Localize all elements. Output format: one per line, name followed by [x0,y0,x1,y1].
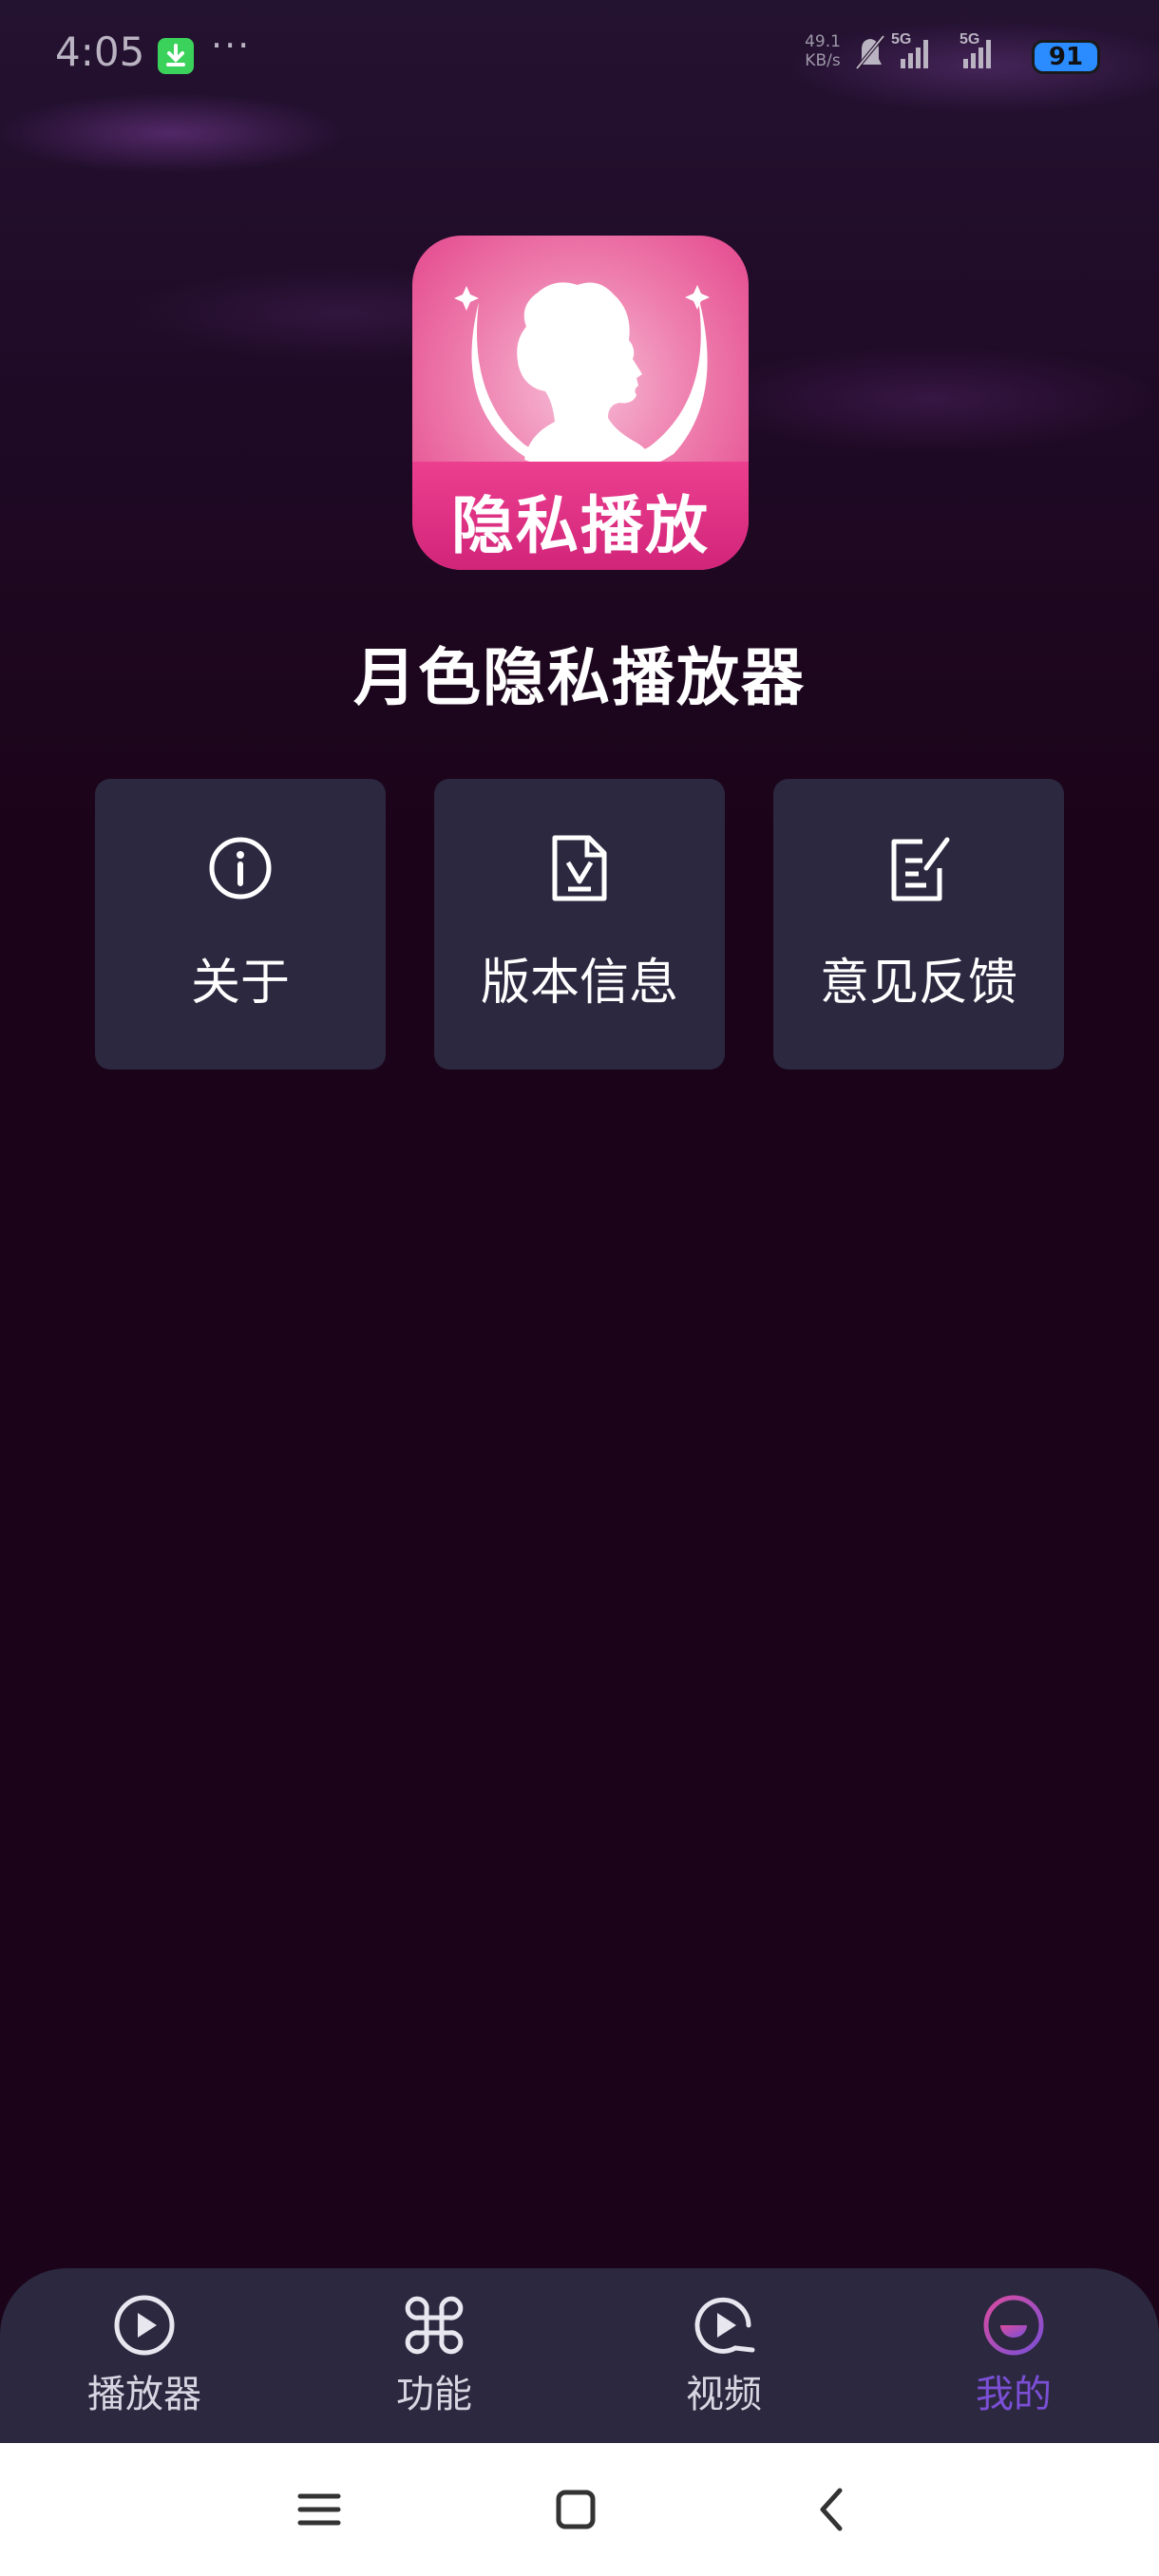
mute-bell-icon [855,34,885,70]
nav-mine-label: 我的 [976,2373,1052,2416]
smile-profile-icon [983,2295,1044,2356]
signal-2-label: 5G [960,31,979,47]
nav-player-label: 播放器 [87,2373,201,2416]
download-notification-icon [158,38,194,74]
app-logo: 隐私播放 [412,236,749,570]
status-time: 4:05 [55,28,145,75]
nav-player[interactable]: 播放器 [59,2268,230,2443]
nav-video-label: 视频 [686,2373,762,2416]
app-title: 月色隐私播放器 [353,641,806,714]
signal-icons: 5G 5G [855,31,991,70]
about-card[interactable]: 关于 [95,779,386,1070]
network-speed: 49.1 KB/s [796,32,849,70]
battery-indicator: 91 [1032,40,1100,74]
nav-video[interactable]: 视频 [638,2268,809,2443]
nav-mine[interactable]: 我的 [928,2268,1099,2443]
app-logo-text: 隐私播放 [451,489,710,562]
home-icon[interactable] [547,2481,604,2538]
command-icon [405,2296,464,2355]
nav-features-label: 功能 [396,2373,472,2416]
system-navigation-bar [0,2443,1159,2576]
info-icon [209,837,272,900]
feedback-card[interactable]: 意见反馈 [773,779,1064,1070]
back-icon[interactable] [804,2481,861,2538]
nav-features[interactable]: 功能 [349,2268,520,2443]
feedback-edit-icon [891,837,950,901]
network-speed-unit: KB/s [805,51,841,70]
version-document-icon [552,835,607,901]
video-play-icon [694,2297,755,2354]
more-notifications-icon: ··· [211,25,252,66]
about-label: 关于 [190,955,290,1012]
signal-1-label: 5G [891,31,911,47]
network-speed-value: 49.1 [805,32,841,51]
menu-icon[interactable] [291,2481,348,2538]
play-circle-icon [114,2295,175,2356]
version-info-label: 版本信息 [480,955,678,1012]
feedback-label: 意见反馈 [819,955,1017,1012]
status-bar: 4:05 ··· 49.1 KB/s 5G 5G 91 [0,0,1159,114]
version-info-card[interactable]: 版本信息 [434,779,725,1070]
bottom-navigation: 播放器 功能 视频 我的 [0,2268,1159,2443]
